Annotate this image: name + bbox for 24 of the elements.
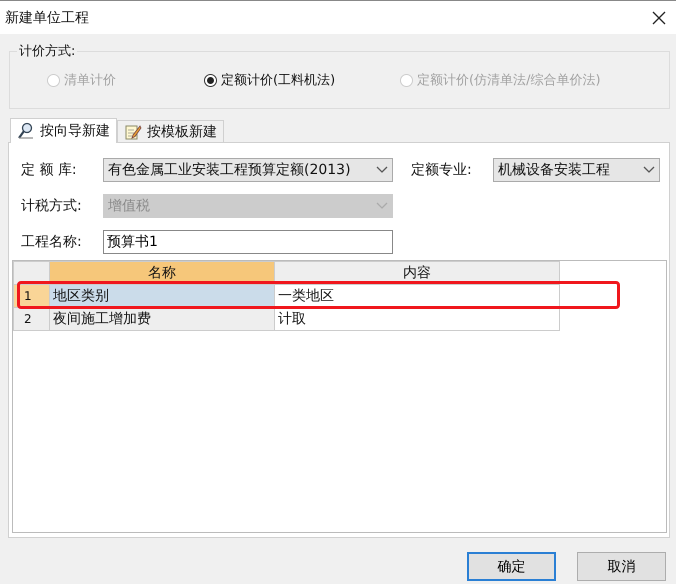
tab[interactable]: 按模板新建 — [117, 120, 224, 142]
table-cell[interactable]: 地区类别 — [50, 284, 274, 308]
close-icon[interactable] — [652, 10, 666, 24]
window-title: 新建单位工程 — [5, 8, 89, 26]
dialog-button[interactable]: 取消 — [577, 552, 666, 581]
radio-option[interactable]: 定额计价(工料机法) — [204, 71, 400, 89]
dialog-button[interactable]: 确定 — [467, 552, 556, 581]
notepad-pencil-icon — [124, 122, 142, 140]
field-label: 工程名称: — [20, 233, 83, 251]
field-label: 计税方式: — [20, 197, 83, 215]
row-number: 2 — [14, 308, 50, 330]
field-label: 定额专业: — [411, 161, 473, 179]
table-cell[interactable]: 计取 — [274, 308, 560, 330]
magnifier-icon — [17, 122, 35, 140]
specialty-dropdown[interactable]: 机械设备安装工程 — [493, 158, 660, 182]
field-label: 定 额 库: — [20, 161, 78, 179]
chevron-down-icon — [376, 166, 388, 174]
library-dropdown[interactable]: 有色金属工业安装工程预算定额(2013) — [103, 158, 393, 182]
chevron-down-icon — [376, 202, 388, 210]
group-label: 计价方式: — [17, 42, 78, 60]
tab[interactable]: 按向导新建 — [10, 118, 117, 143]
chevron-down-icon — [643, 166, 655, 174]
project-name-field[interactable]: 预算书1 — [103, 230, 393, 254]
table-cell[interactable]: 夜间施工增加费 — [50, 308, 274, 330]
